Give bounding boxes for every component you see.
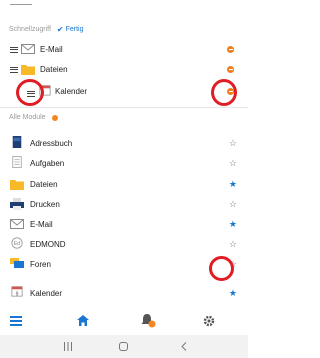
menu-icon[interactable] xyxy=(10,316,22,326)
module-label: EDMOND xyxy=(30,239,66,249)
star-filled-icon[interactable]: ★ xyxy=(229,289,237,298)
info-dot-icon xyxy=(51,114,58,121)
quick-access-item-email[interactable]: E-Mail xyxy=(0,39,248,59)
star-filled-icon[interactable]: ★ xyxy=(229,220,237,229)
highlight-circle-drag-handle xyxy=(16,79,44,106)
calendar-icon: 9 xyxy=(11,286,23,297)
edmond-icon: Ed xyxy=(11,237,23,249)
quick-access-label: Dateien xyxy=(40,64,68,74)
star-outline-icon[interactable]: ☆ xyxy=(229,139,237,148)
mail-icon xyxy=(21,44,35,54)
module-label: E-Mail xyxy=(30,219,53,229)
module-label: Drucken xyxy=(30,199,60,209)
star-outline-icon[interactable]: ☆ xyxy=(229,240,237,249)
star-filled-icon[interactable]: ★ xyxy=(229,180,237,189)
module-label: Foren xyxy=(30,259,51,269)
remove-icon[interactable] xyxy=(227,46,234,53)
notification-bell-icon[interactable] xyxy=(140,312,156,328)
svg-text:9: 9 xyxy=(16,291,19,297)
address-book-icon xyxy=(12,136,22,148)
drag-handle-icon[interactable] xyxy=(10,45,18,54)
folder-icon xyxy=(21,65,35,75)
quick-access-item-files[interactable]: Dateien xyxy=(0,59,248,79)
back-icon[interactable] xyxy=(181,342,187,351)
folder-icon xyxy=(10,180,24,190)
all-modules-header: Alle Module xyxy=(9,114,58,121)
remove-icon[interactable] xyxy=(227,66,234,73)
drag-handle-icon[interactable] xyxy=(10,65,18,74)
quick-access-label: Kalender xyxy=(55,86,88,96)
star-outline-icon[interactable]: ☆ xyxy=(229,159,237,168)
section-divider xyxy=(0,107,248,108)
done-button[interactable]: ✔ Fertig xyxy=(57,25,84,34)
top-divider xyxy=(10,4,32,5)
forum-icon xyxy=(10,258,24,268)
star-outline-icon[interactable]: ☆ xyxy=(229,200,237,209)
highlight-circle-remove xyxy=(211,79,237,106)
done-label: Fertig xyxy=(65,26,84,33)
module-item-edmond[interactable]: Ed EDMOND ☆ xyxy=(0,234,248,254)
quick-access-title: Schnellzugriff xyxy=(9,26,51,33)
system-navigation-bar xyxy=(0,335,248,358)
mail-icon xyxy=(10,219,24,229)
settings-gear-icon[interactable] xyxy=(203,315,215,327)
all-modules-title: Alle Module xyxy=(9,114,46,121)
module-label: Kalender xyxy=(30,288,63,298)
printer-icon xyxy=(10,198,24,210)
tasks-icon xyxy=(12,156,22,168)
module-item-address-book[interactable]: Adressbuch ☆ xyxy=(0,133,248,153)
check-icon: ✔ xyxy=(56,25,64,34)
recent-apps-icon[interactable] xyxy=(64,342,72,351)
module-item-print[interactable]: Drucken ☆ xyxy=(0,194,248,214)
module-label: Dateien xyxy=(30,179,58,189)
module-item-email[interactable]: E-Mail ★ xyxy=(0,214,248,234)
home-button-icon[interactable] xyxy=(119,342,128,351)
bottom-toolbar xyxy=(0,309,248,335)
module-item-tasks[interactable]: Aufgaben ☆ xyxy=(0,153,248,173)
module-item-calendar[interactable]: 9 Kalender ★ xyxy=(0,283,248,303)
module-label: Adressbuch xyxy=(30,138,73,148)
quick-access-label: E-Mail xyxy=(40,44,63,54)
module-item-files[interactable]: Dateien ★ xyxy=(0,174,248,194)
module-label: Aufgaben xyxy=(30,158,65,168)
svg-text:Ed: Ed xyxy=(14,241,20,247)
highlight-circle-star xyxy=(209,256,234,281)
quick-access-header: Schnellzugriff ✔ Fertig xyxy=(9,25,84,34)
home-icon[interactable] xyxy=(77,315,89,326)
